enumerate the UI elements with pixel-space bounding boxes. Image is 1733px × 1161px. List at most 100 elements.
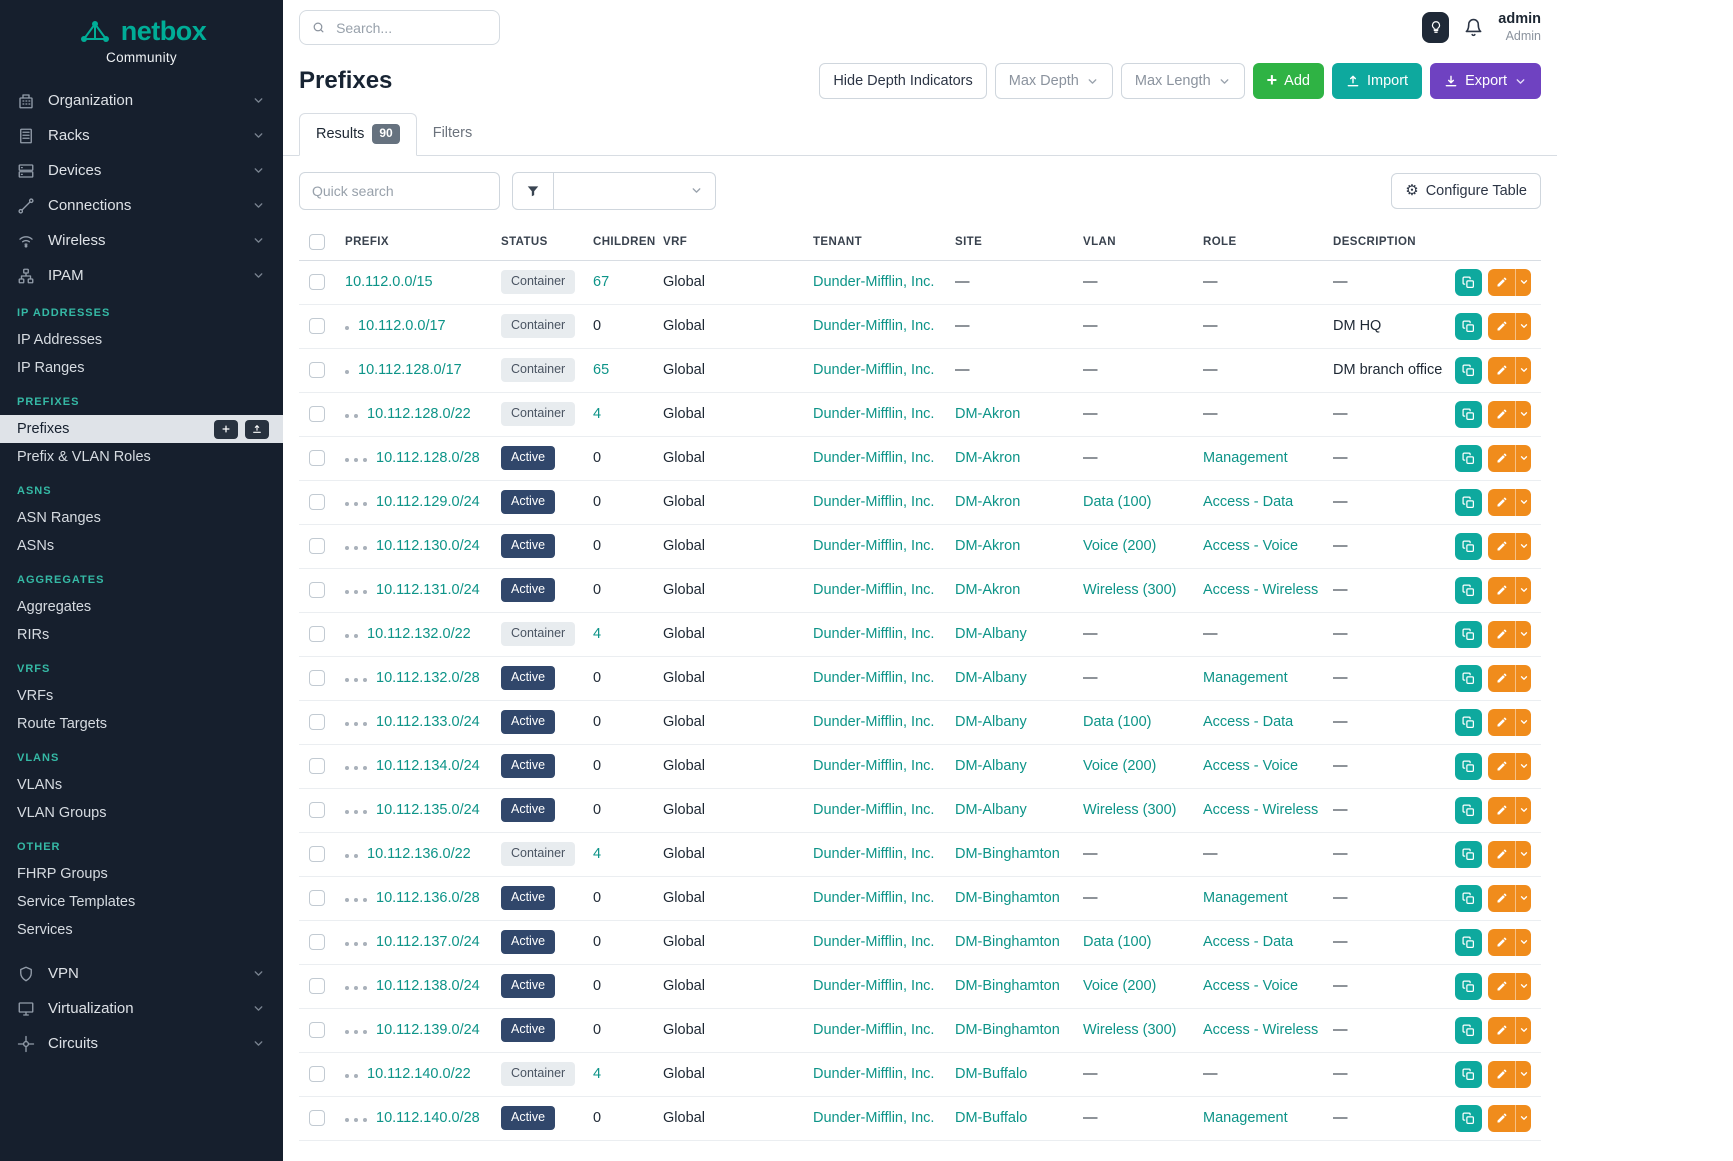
site-link[interactable]: DM-Akron	[955, 582, 1020, 598]
vlan-link[interactable]: Wireless (300)	[1083, 802, 1176, 818]
sidebar-item-organization[interactable]: Organization	[0, 83, 283, 118]
children-link[interactable]: 67	[593, 274, 609, 290]
tenant-link[interactable]: Dunder-Mifflin, Inc.	[813, 1066, 934, 1082]
row-checkbox[interactable]	[309, 274, 325, 290]
clone-button[interactable]	[1455, 269, 1482, 296]
theme-toggle-button[interactable]	[1422, 12, 1449, 43]
edit-dropdown-button[interactable]	[1515, 269, 1531, 296]
row-checkbox[interactable]	[309, 406, 325, 422]
tenant-link[interactable]: Dunder-Mifflin, Inc.	[813, 1110, 934, 1126]
children-link[interactable]: 65	[593, 362, 609, 378]
row-checkbox[interactable]	[309, 450, 325, 466]
edit-button[interactable]	[1488, 357, 1515, 384]
edit-dropdown-button[interactable]	[1515, 709, 1531, 736]
prefix-link[interactable]: 10.112.136.0/28	[376, 890, 480, 906]
hide-depth-indicators-button[interactable]: Hide Depth Indicators	[819, 63, 986, 99]
edit-button[interactable]	[1488, 445, 1515, 472]
sidebar-item-fhrp-groups[interactable]: FHRP Groups	[0, 860, 283, 888]
clone-button[interactable]	[1455, 973, 1482, 1000]
role-link[interactable]: Access - Data	[1203, 934, 1293, 950]
edit-button[interactable]	[1488, 709, 1515, 736]
sidebar-item-prefix-vlan-roles[interactable]: Prefix & VLAN Roles	[0, 443, 283, 471]
clone-button[interactable]	[1455, 357, 1482, 384]
edit-dropdown-button[interactable]	[1515, 973, 1531, 1000]
column-header-description[interactable]: DESCRIPTION	[1323, 222, 1443, 261]
edit-dropdown-button[interactable]	[1515, 445, 1531, 472]
prefix-link[interactable]: 10.112.140.0/22	[367, 1066, 471, 1082]
edit-dropdown-button[interactable]	[1515, 797, 1531, 824]
role-link[interactable]: Management	[1203, 670, 1288, 686]
edit-button[interactable]	[1488, 313, 1515, 340]
sidebar-item-devices[interactable]: Devices	[0, 153, 283, 188]
site-link[interactable]: DM-Albany	[955, 758, 1027, 774]
edit-dropdown-button[interactable]	[1515, 1017, 1531, 1044]
prefix-link[interactable]: 10.112.137.0/24	[376, 934, 480, 950]
edit-button[interactable]	[1488, 1017, 1515, 1044]
search-input[interactable]	[334, 19, 487, 37]
role-link[interactable]: Access - Voice	[1203, 758, 1298, 774]
edit-button[interactable]	[1488, 973, 1515, 1000]
edit-dropdown-button[interactable]	[1515, 665, 1531, 692]
role-link[interactable]: Management	[1203, 1110, 1288, 1126]
edit-button[interactable]	[1488, 797, 1515, 824]
edit-button[interactable]	[1488, 489, 1515, 516]
edit-dropdown-button[interactable]	[1515, 621, 1531, 648]
prefix-link[interactable]: 10.112.138.0/24	[376, 978, 480, 994]
tenant-link[interactable]: Dunder-Mifflin, Inc.	[813, 274, 934, 290]
edit-button[interactable]	[1488, 621, 1515, 648]
role-link[interactable]: Access - Wireless	[1203, 582, 1318, 598]
column-header-vlan[interactable]: VLAN	[1073, 222, 1193, 261]
tenant-link[interactable]: Dunder-Mifflin, Inc.	[813, 1022, 934, 1038]
sidebar-item-ip-addresses[interactable]: IP Addresses	[0, 326, 283, 354]
sidebar-item-asns[interactable]: ASNs	[0, 532, 283, 560]
sidebar-item-vpn[interactable]: VPN	[0, 956, 283, 991]
role-link[interactable]: Access - Wireless	[1203, 1022, 1318, 1038]
site-link[interactable]: DM-Buffalo	[955, 1110, 1027, 1126]
role-link[interactable]: Access - Voice	[1203, 538, 1298, 554]
sidebar-item-prefixes[interactable]: Prefixes	[0, 415, 283, 443]
vlan-link[interactable]: Wireless (300)	[1083, 582, 1176, 598]
add-button[interactable]: + Add	[1253, 63, 1324, 99]
clone-button[interactable]	[1455, 841, 1482, 868]
edit-dropdown-button[interactable]	[1515, 929, 1531, 956]
edit-dropdown-button[interactable]	[1515, 533, 1531, 560]
row-checkbox[interactable]	[309, 1022, 325, 1038]
edit-button[interactable]	[1488, 841, 1515, 868]
clone-button[interactable]	[1455, 489, 1482, 516]
prefix-link[interactable]: 10.112.133.0/24	[376, 714, 480, 730]
export-button[interactable]: Export	[1430, 63, 1541, 99]
sidebar-item-ipam[interactable]: IPAM	[0, 258, 283, 293]
edit-button[interactable]	[1488, 577, 1515, 604]
clone-button[interactable]	[1455, 401, 1482, 428]
vlan-link[interactable]: Data (100)	[1083, 494, 1152, 510]
edit-button[interactable]	[1488, 1105, 1515, 1132]
prefix-link[interactable]: 10.112.128.0/17	[358, 362, 462, 378]
column-header-vrf[interactable]: VRF	[653, 222, 803, 261]
configure-table-button[interactable]: ⚙ Configure Table	[1391, 173, 1541, 209]
row-checkbox[interactable]	[309, 1110, 325, 1126]
sidebar-item-vlans[interactable]: VLANs	[0, 771, 283, 799]
role-link[interactable]: Access - Voice	[1203, 978, 1298, 994]
sidebar-item-wireless[interactable]: Wireless	[0, 223, 283, 258]
tenant-link[interactable]: Dunder-Mifflin, Inc.	[813, 494, 934, 510]
site-link[interactable]: DM-Buffalo	[955, 1066, 1027, 1082]
prefix-link[interactable]: 10.112.132.0/22	[367, 626, 471, 642]
tab-filters[interactable]: Filters	[417, 113, 488, 155]
tenant-link[interactable]: Dunder-Mifflin, Inc.	[813, 582, 934, 598]
tenant-link[interactable]: Dunder-Mifflin, Inc.	[813, 714, 934, 730]
sidebar-item-route-targets[interactable]: Route Targets	[0, 710, 283, 738]
vlan-link[interactable]: Voice (200)	[1083, 978, 1156, 994]
row-checkbox[interactable]	[309, 318, 325, 334]
children-link[interactable]: 4	[593, 846, 601, 862]
max-length-dropdown[interactable]: Max Length	[1121, 63, 1245, 99]
edit-dropdown-button[interactable]	[1515, 357, 1531, 384]
tenant-link[interactable]: Dunder-Mifflin, Inc.	[813, 626, 934, 642]
edit-dropdown-button[interactable]	[1515, 313, 1531, 340]
clone-button[interactable]	[1455, 313, 1482, 340]
tenant-link[interactable]: Dunder-Mifflin, Inc.	[813, 318, 934, 334]
clone-button[interactable]	[1455, 753, 1482, 780]
site-link[interactable]: DM-Binghamton	[955, 1022, 1060, 1038]
clone-button[interactable]	[1455, 929, 1482, 956]
prefix-link[interactable]: 10.112.135.0/24	[376, 802, 480, 818]
edit-dropdown-button[interactable]	[1515, 841, 1531, 868]
